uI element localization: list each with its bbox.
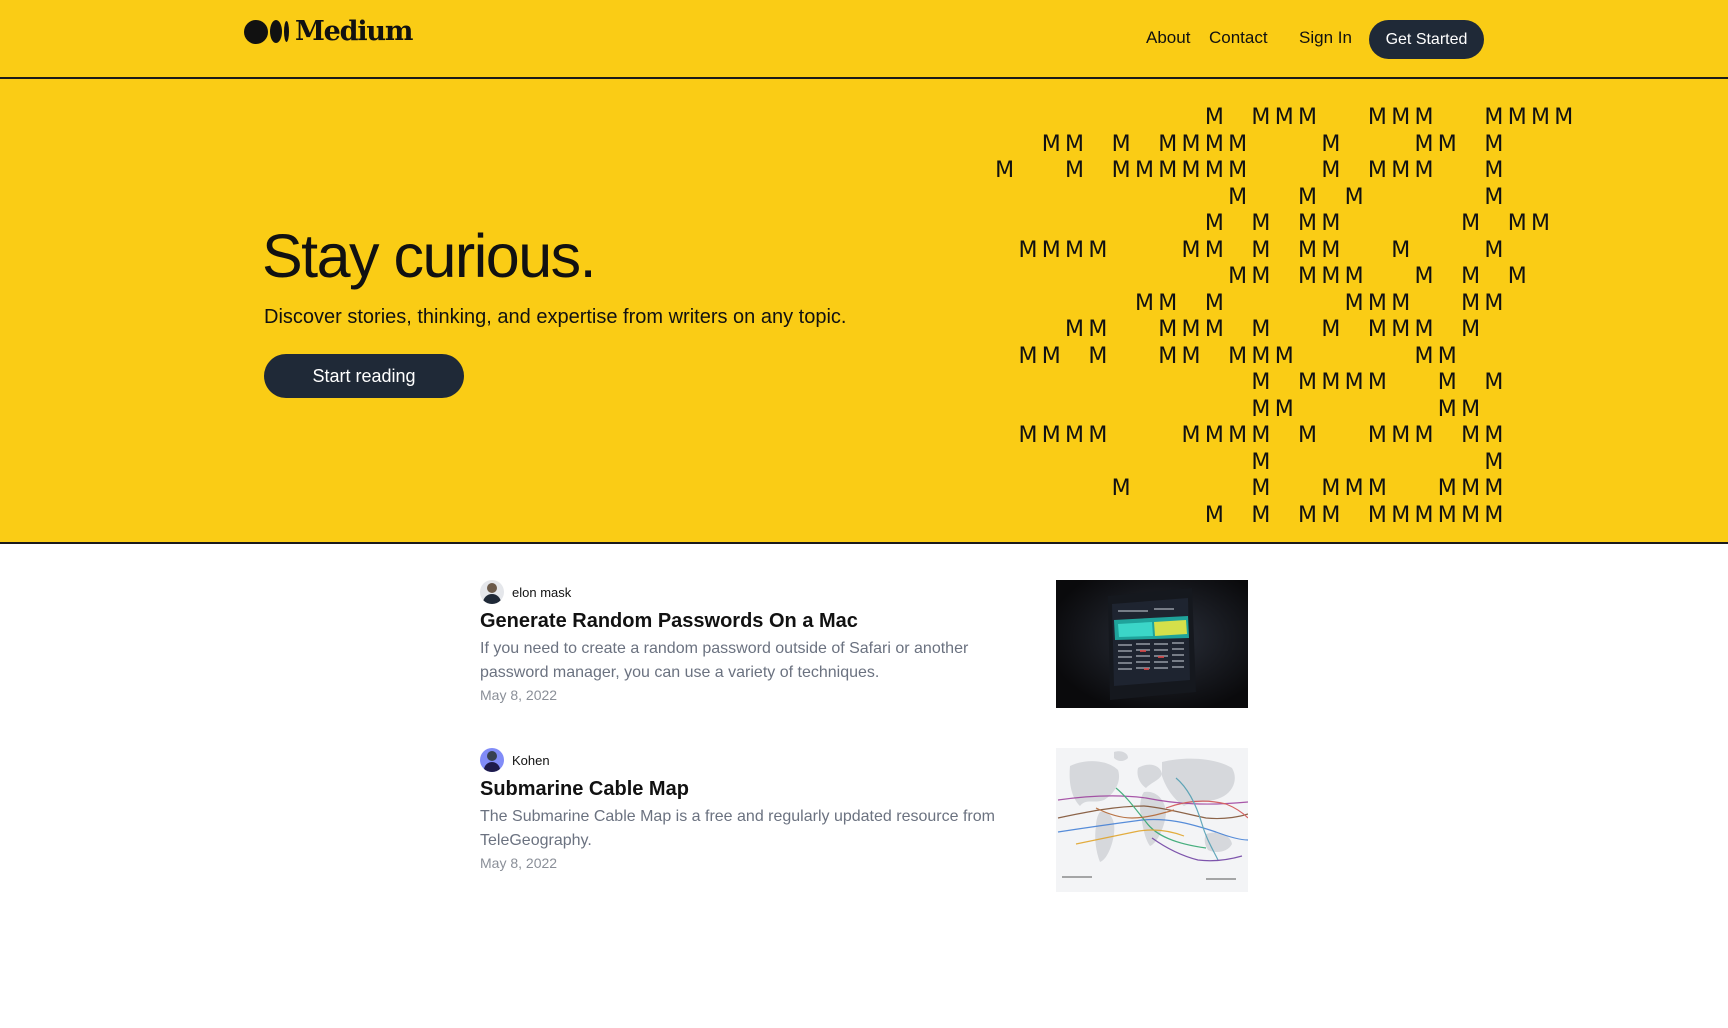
get-started-button[interactable]: Get Started bbox=[1369, 20, 1484, 59]
nav-about-link[interactable]: About bbox=[1146, 28, 1190, 48]
pattern-row: MM MM bbox=[1251, 396, 1481, 422]
article-thumbnail[interactable] bbox=[1056, 580, 1248, 708]
pattern-row: MMMM MM M MM M M bbox=[1018, 237, 1504, 263]
pattern-row: M MMM MMM MMMM bbox=[1204, 105, 1574, 130]
site-header: Medium About Contact Sign In Get Started bbox=[0, 0, 1728, 79]
hero-subtitle: Discover stories, thinking, and expertis… bbox=[264, 306, 847, 328]
logo-text: Medium bbox=[295, 16, 413, 47]
article-description: The Submarine Cable Map is a free and re… bbox=[480, 808, 995, 849]
article-description: If you need to create a random password … bbox=[480, 640, 969, 681]
start-reading-button[interactable]: Start reading bbox=[264, 354, 464, 398]
pattern-row: MM M MMMM M MM M bbox=[1041, 131, 1504, 157]
pattern-row: MM M MM MMM MM bbox=[1018, 343, 1457, 369]
pattern-row: M M MMMMMM M MMM M bbox=[995, 158, 1504, 183]
article-list: elon mask Generate Random Passwords On a… bbox=[480, 580, 1250, 916]
pattern-row: M M MM M MM bbox=[1204, 211, 1550, 236]
avatar bbox=[480, 580, 504, 604]
avatar bbox=[480, 748, 504, 772]
pattern-row: MMMM MMMM M MMM MM bbox=[1018, 423, 1504, 448]
article-card[interactable]: Kohen Submarine Cable Map The Submarine … bbox=[480, 748, 1250, 916]
pattern-row: M M M M bbox=[1228, 184, 1504, 210]
pattern-row: M M MM MMMMMM bbox=[1204, 502, 1504, 528]
author-name[interactable]: elon mask bbox=[512, 585, 571, 600]
medium-logo[interactable]: Medium bbox=[244, 16, 413, 47]
medium-logo-icon bbox=[244, 19, 289, 44]
pattern-row: M M MMM MMM bbox=[1111, 476, 1504, 501]
nav-contact-link[interactable]: Contact bbox=[1209, 28, 1268, 48]
article-card[interactable]: elon mask Generate Random Passwords On a… bbox=[480, 580, 1250, 748]
nav-sign-in-link[interactable]: Sign In bbox=[1299, 28, 1352, 48]
pattern-row: M M bbox=[1251, 449, 1504, 475]
pattern-row: MM M MMM MM bbox=[1134, 290, 1504, 316]
pattern-row: MM MMM M M MMM M bbox=[1065, 317, 1481, 342]
hero-title: Stay curious. bbox=[262, 222, 597, 290]
pattern-row: M MMMM M M bbox=[1251, 370, 1504, 395]
article-thumbnail[interactable] bbox=[1056, 748, 1248, 892]
pattern-row: MM MMM M M M bbox=[1228, 264, 1527, 289]
author-name[interactable]: Kohen bbox=[512, 753, 550, 768]
decorative-m-pattern: M MMM MMM MMMM MM M MMMM M MM MM M MMMMM… bbox=[993, 105, 1575, 529]
